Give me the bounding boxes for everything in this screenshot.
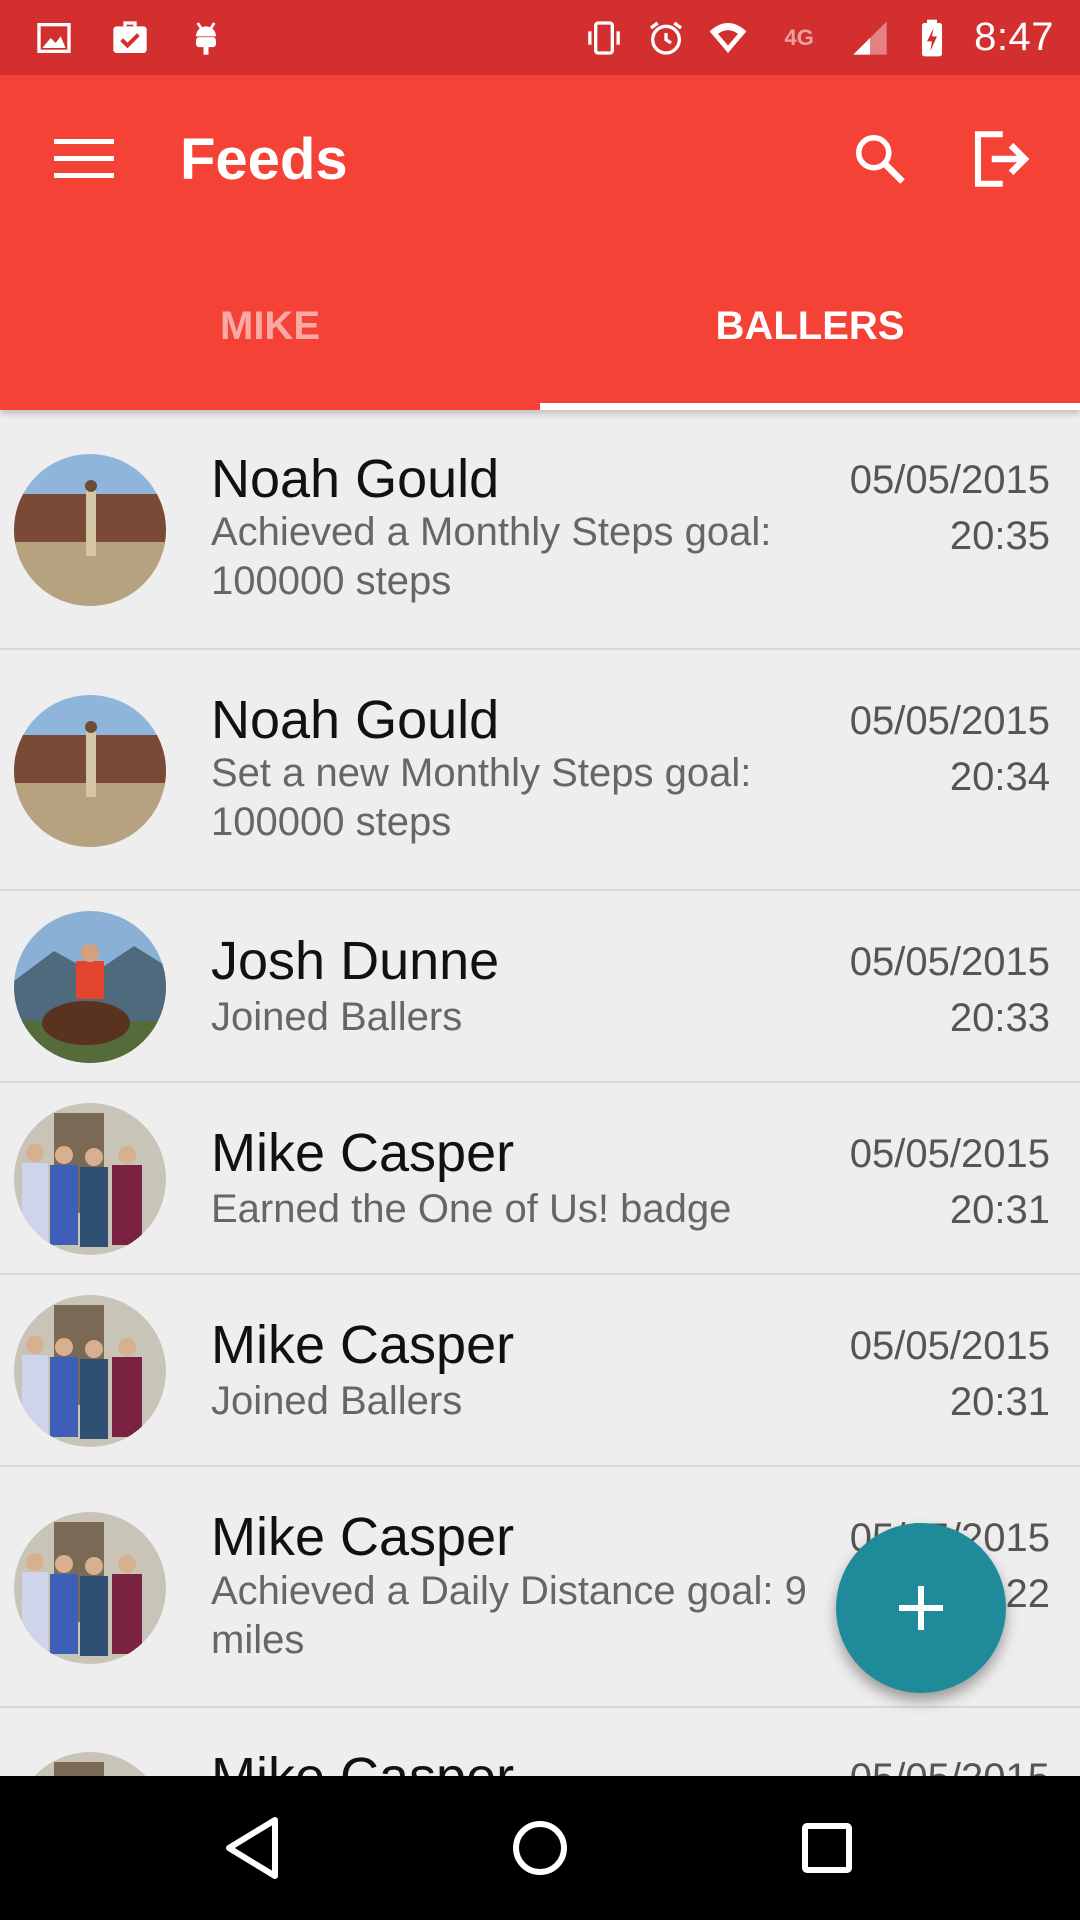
feed-item-timestamp: 05/05/2015 20:31 xyxy=(850,1126,1050,1238)
avatar xyxy=(14,1752,166,1776)
feed-item[interactable]: Mike Casper Joined Ballers 05/05/2015 20… xyxy=(0,1275,1080,1467)
feed-item-description: Achieved a Daily Distance goal: 9 miles xyxy=(211,1569,807,1662)
back-button[interactable] xyxy=(183,1788,323,1908)
home-button[interactable] xyxy=(470,1788,610,1908)
feed-item-time: 20:35 xyxy=(949,514,1050,558)
feed-item-description: Joined Ballers xyxy=(211,1379,463,1423)
page-title: Feeds xyxy=(180,126,348,192)
tab-mike[interactable]: MIKE xyxy=(0,243,540,410)
avatar xyxy=(14,911,166,1063)
image-icon xyxy=(34,18,74,58)
feed-item-timestamp: 05/05/2015 xyxy=(850,1750,1050,1776)
feed-item[interactable]: Josh Dunne Joined Ballers 05/05/2015 20:… xyxy=(0,891,1080,1083)
feed-item-time: 20:34 xyxy=(949,755,1050,799)
feed-item-name: Josh Dunne xyxy=(211,931,500,991)
feed-item-time: 20:33 xyxy=(949,996,1050,1040)
feed-item-date: 05/05/2015 xyxy=(849,699,1050,743)
battery-charging-icon xyxy=(912,18,952,58)
tab-bar: MIKE BALLERS xyxy=(0,243,1080,410)
feed-item-description: Set a new Monthly Steps goal: 100000 ste… xyxy=(211,751,752,844)
tab-ballers[interactable]: BALLERS xyxy=(540,243,1080,410)
alarm-icon xyxy=(646,18,686,58)
feed-item-description: Joined Ballers xyxy=(211,995,463,1039)
feed-item-timestamp: 05/05/2015 20:35 xyxy=(850,452,1050,564)
feed-item-timestamp: 05/05/2015 20:33 xyxy=(850,934,1050,1046)
network-type-label: 4G xyxy=(784,24,814,50)
feed-item-time: 20:31 xyxy=(949,1380,1050,1424)
feed-item-description: Earned the One of Us! badge xyxy=(211,1187,732,1231)
wifi-icon xyxy=(708,18,748,58)
feed-item[interactable]: Mike Casper 05/05/2015 xyxy=(0,1708,1080,1776)
menu-button[interactable] xyxy=(24,99,144,219)
feed-item[interactable]: Mike Casper Earned the One of Us! badge … xyxy=(0,1083,1080,1275)
feed-item-timestamp: 05/05/2015 20:31 xyxy=(850,1318,1050,1430)
status-time: 8:47 xyxy=(974,15,1054,59)
feed-item-date: 05/05/2015 xyxy=(850,1750,1050,1776)
feed-item-date: 05/05/2015 xyxy=(849,1324,1050,1368)
feed-item[interactable]: Noah Gould Achieved a Monthly Steps goal… xyxy=(0,410,1080,650)
feed-item-name: Mike Casper xyxy=(211,1123,515,1183)
feed-item-date: 05/05/2015 xyxy=(849,1132,1050,1176)
feed-item-description: Achieved a Monthly Steps goal: 100000 st… xyxy=(211,510,772,603)
back-icon xyxy=(226,1817,279,1879)
feed-item-name: Noah Gould xyxy=(211,449,500,509)
signal-icon xyxy=(850,18,890,58)
feed-item-name: Noah Gould xyxy=(211,690,500,750)
menu-icon xyxy=(54,139,114,178)
feed-item-name: Mike Casper xyxy=(211,1315,515,1375)
avatar xyxy=(14,454,166,606)
feed-item-name: Mike Casper xyxy=(211,1507,515,1567)
feed-item-time: 20:31 xyxy=(949,1188,1050,1232)
logout-button[interactable] xyxy=(940,99,1060,219)
feed-item-name: Mike Casper xyxy=(211,1746,514,1776)
avatar xyxy=(14,1295,166,1447)
feed-item[interactable]: Noah Gould Set a new Monthly Steps goal:… xyxy=(0,650,1080,891)
avatar xyxy=(14,1512,166,1664)
vibrate-icon xyxy=(584,18,624,58)
avatar xyxy=(14,695,166,847)
add-button[interactable] xyxy=(836,1523,1006,1693)
recents-button[interactable] xyxy=(757,1788,897,1908)
home-icon xyxy=(512,1821,567,1875)
feed-item-date: 05/05/2015 xyxy=(849,940,1050,984)
status-bar: 4G 8:47 xyxy=(0,0,1080,75)
plus-icon xyxy=(899,1586,943,1630)
search-button[interactable] xyxy=(820,99,940,219)
feed-item-timestamp: 05/05/2015 20:34 xyxy=(850,693,1050,805)
navigation-bar xyxy=(0,1776,1080,1920)
android-icon xyxy=(186,18,226,58)
recents-icon xyxy=(801,1823,852,1873)
briefcase-check-icon xyxy=(110,18,150,58)
app-bar: Feeds xyxy=(0,75,1080,243)
search-icon xyxy=(856,135,905,184)
logout-icon xyxy=(974,131,1030,187)
avatar xyxy=(14,1103,166,1255)
feed-item-date: 05/05/2015 xyxy=(849,458,1050,502)
